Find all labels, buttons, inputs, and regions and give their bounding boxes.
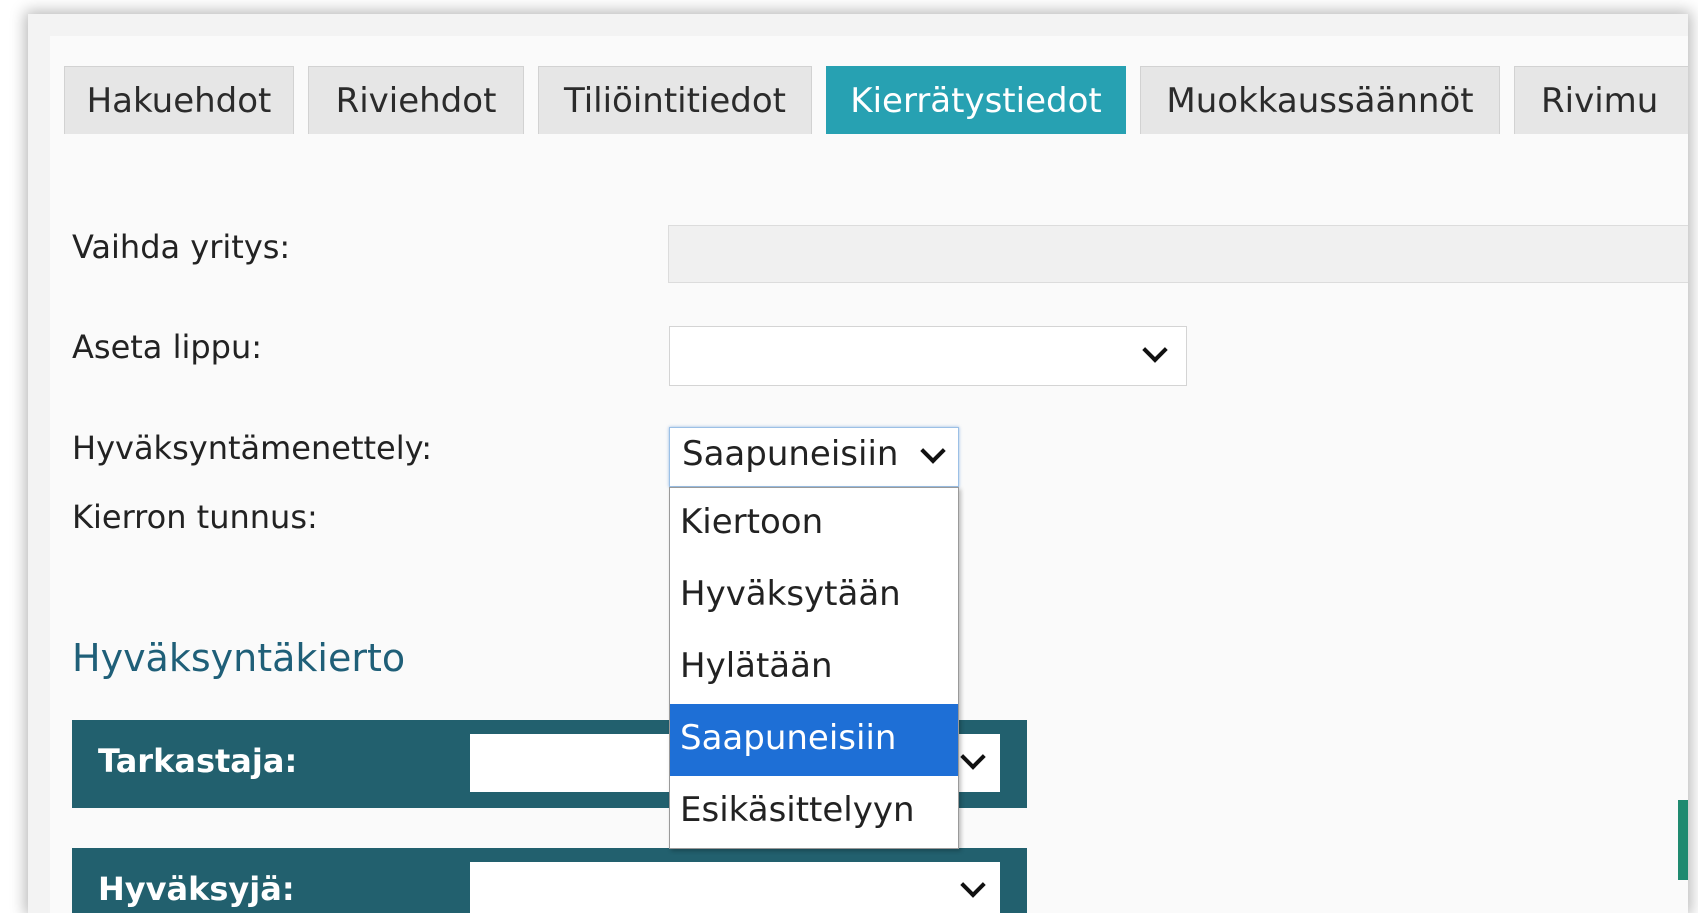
option-hylataan[interactable]: Hylätään [670,632,958,704]
approver-row: Hyväksyjä: [72,848,1027,913]
set-flag-select[interactable] [669,326,1187,386]
approval-procedure-value: Saapuneisiin [682,434,899,474]
window-frame: Hakuehdot Riviehdot Tiliöintitiedot Kier… [28,14,1688,913]
set-flag-label: Aseta lippu: [72,328,263,366]
option-esikasittelyyn[interactable]: Esikäsittelyyn [670,776,958,848]
tab-kierratystiedot[interactable]: Kierrätystiedot [826,66,1126,134]
approval-procedure-dropdown: Kiertoon Hyväksytään Hylätään Saapuneisi… [669,487,959,849]
tab-rivimuutokset[interactable]: Rivimu [1514,66,1688,134]
approver-label: Hyväksyjä: [98,870,295,908]
approver-select[interactable] [470,862,1000,913]
approval-cycle-heading: Hyväksyntäkierto [72,636,406,680]
change-company-field[interactable] [668,225,1688,283]
approval-procedure-label: Hyväksyntämenettely: [72,429,433,467]
option-kiertoon[interactable]: Kiertoon [670,488,958,560]
option-hyvaksytaan[interactable]: Hyväksytään [670,560,958,632]
tab-riviehdot[interactable]: Riviehdot [308,66,524,134]
circulation-id-label: Kierron tunnus: [72,498,318,536]
chevron-down-icon [960,872,986,898]
side-edge-tab [1678,800,1688,880]
chevron-down-icon [960,744,986,770]
tab-tiliointitiedot[interactable]: Tiliöintitiedot [538,66,812,134]
tab-hakuehdot[interactable]: Hakuehdot [64,66,294,134]
tab-muokkaussaannot[interactable]: Muokkaussäännöt [1140,66,1500,134]
chevron-down-icon [1142,337,1168,363]
tab-bar: Hakuehdot Riviehdot Tiliöintitiedot Kier… [64,66,1688,134]
approval-procedure-select[interactable]: Saapuneisiin [669,427,959,487]
change-company-label: Vaihda yritys: [72,228,291,266]
form-panel: Hakuehdot Riviehdot Tiliöintitiedot Kier… [50,36,1688,913]
option-saapuneisiin[interactable]: Saapuneisiin [670,704,958,776]
chevron-down-icon [920,438,946,464]
reviewer-label: Tarkastaja: [98,742,298,780]
